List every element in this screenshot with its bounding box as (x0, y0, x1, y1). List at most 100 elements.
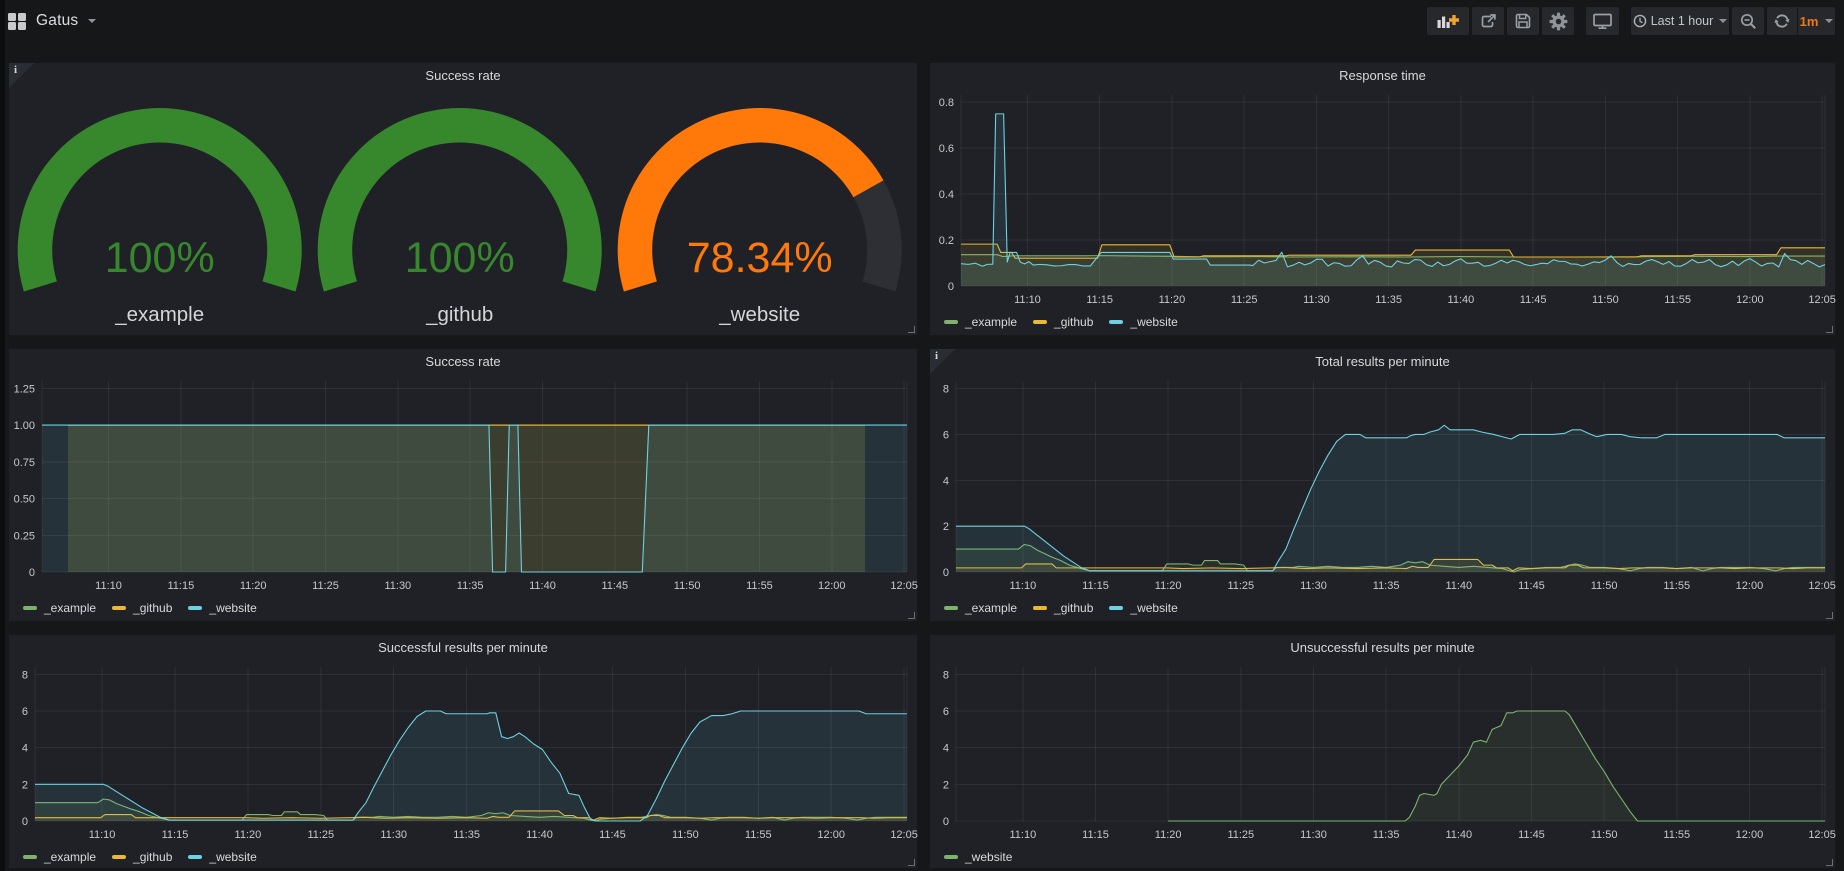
refresh-group: 1m (1767, 7, 1835, 35)
y-tick-label: 1.00 (14, 420, 35, 432)
gauge-website: 78.34% _website (609, 63, 909, 335)
legend-item-website[interactable]: _website (188, 850, 256, 864)
legend: _example _github _website (23, 601, 273, 615)
panel-response-time-1: Response time00.20.40.60.811:1011:1511:2… (929, 62, 1836, 336)
x-tick-label: 11:20 (240, 580, 267, 592)
legend-item-example[interactable]: _example (944, 601, 1017, 615)
panel-unsuccessful-results-per-minute-5: Unsuccessful results per minute0246811:1… (929, 634, 1836, 869)
y-tick-label: 6 (943, 429, 949, 441)
panel-info-corner[interactable]: i (9, 63, 34, 88)
x-tick-label: 11:20 (1155, 580, 1182, 592)
x-tick-label: 11:20 (1155, 829, 1182, 841)
panel-title[interactable]: Success rate (9, 349, 917, 373)
legend-item-example[interactable]: _example (23, 601, 96, 615)
panel-title[interactable]: Successful results per minute (9, 635, 917, 659)
x-tick-label: 11:25 (1231, 294, 1258, 306)
legend-item-website[interactable]: _website (1109, 601, 1177, 615)
x-tick-label: 11:50 (674, 580, 701, 592)
gauge-value: 78.34% (687, 234, 833, 282)
x-tick-label: 11:50 (672, 829, 699, 841)
panel-success-rate-2: Success rate00.250.500.751.001.2511:1011… (8, 348, 918, 622)
y-tick-label: 0.50 (14, 494, 35, 506)
legend-swatch-website (188, 606, 202, 610)
chart-success-rate[interactable]: 00.250.500.751.001.2511:1011:1511:2011:2… (9, 349, 919, 623)
zoom-out-button[interactable] (1732, 7, 1764, 35)
legend-item-example[interactable]: _example (944, 315, 1017, 329)
panel-resize-handle[interactable] (908, 612, 915, 619)
chart-total-results-per-minute[interactable]: 0246811:1011:1511:2011:2511:3011:3511:40… (930, 349, 1837, 623)
panel-info-corner[interactable]: i (930, 349, 955, 374)
x-tick-label: 11:40 (529, 580, 556, 592)
refresh-button[interactable] (1767, 7, 1797, 35)
clock-icon (1633, 14, 1647, 28)
legend-item-github[interactable]: _github (112, 601, 172, 615)
share-button[interactable] (1472, 7, 1504, 35)
legend-item-website[interactable]: _website (944, 850, 1012, 864)
dashboard-title[interactable]: Gatus (36, 12, 78, 30)
x-tick-label: 11:45 (601, 580, 628, 592)
panel-resize-handle[interactable] (1826, 859, 1833, 866)
legend-item-website[interactable]: _website (188, 601, 256, 615)
time-range-picker[interactable]: Last 1 hour (1631, 7, 1729, 35)
chart-response-time[interactable]: 00.20.40.60.811:1011:1511:2011:2511:3011… (930, 63, 1837, 337)
panel-resize-handle[interactable] (908, 326, 915, 333)
monitor-icon (1593, 13, 1612, 29)
panel-resize-handle[interactable] (1826, 612, 1833, 619)
panel-resize-handle[interactable] (908, 859, 915, 866)
cycle-view-button[interactable] (1586, 7, 1619, 35)
chart-successful-results-per-minute[interactable]: 0246811:1011:1511:2011:2511:3011:3511:40… (9, 635, 919, 870)
x-tick-label: 11:40 (1445, 580, 1472, 592)
legend-item-github[interactable]: _github (1033, 601, 1093, 615)
x-tick-label: 11:15 (1086, 294, 1113, 306)
legend-swatch-example (944, 606, 958, 610)
panel-title[interactable]: Response time (930, 63, 1835, 87)
gauge-series-name: _github (425, 303, 493, 326)
panel-title[interactable]: Unsuccessful results per minute (930, 635, 1835, 659)
settings-button[interactable] (1542, 7, 1574, 35)
legend-label: _github (1054, 601, 1093, 615)
legend-label: _website (965, 850, 1012, 864)
legend-swatch-example (944, 320, 958, 324)
panel-title[interactable]: Success rate (9, 63, 917, 87)
y-tick-label: 1.25 (14, 383, 35, 395)
panel-title[interactable]: Total results per minute (930, 349, 1835, 373)
refresh-interval-picker[interactable]: 1m (1798, 7, 1835, 35)
x-tick-label: 11:30 (1303, 294, 1330, 306)
legend-item-github[interactable]: _github (1033, 315, 1093, 329)
legend-item-website[interactable]: _website (1109, 315, 1177, 329)
y-tick-label: 0 (943, 816, 949, 828)
legend: _example _github _website (944, 315, 1194, 329)
x-tick-label: 11:45 (1520, 294, 1547, 306)
add-panel-button[interactable] (1427, 7, 1469, 35)
x-tick-label: 11:30 (380, 829, 407, 841)
gridlines (956, 667, 1825, 821)
legend-item-example[interactable]: _example (23, 850, 96, 864)
x-tick-label: 11:10 (89, 829, 116, 841)
y-tick-label: 0 (948, 281, 954, 293)
y-tick-label: 0.2 (939, 235, 954, 247)
dashboard-title-group[interactable]: Gatus (8, 0, 96, 42)
x-tick-label: 11:10 (1014, 294, 1041, 306)
x-tick-label: 11:25 (307, 829, 334, 841)
legend-swatch-website (944, 855, 958, 859)
save-button[interactable] (1507, 7, 1539, 35)
legend-label: _website (1130, 315, 1177, 329)
window-edge-strip (0, 0, 5, 871)
x-tick-label: 11:10 (1009, 580, 1036, 592)
legend-item-github[interactable]: _github (112, 850, 172, 864)
chevron-down-icon (1825, 19, 1833, 23)
legend-label: _github (1054, 315, 1093, 329)
gauge-series-name: _website (718, 303, 800, 326)
x-tick-label: 12:00 (1736, 580, 1764, 592)
y-tick-label: 0 (22, 816, 28, 828)
x-tick-label: 11:30 (1300, 829, 1327, 841)
y-tick-label: 0.75 (14, 457, 35, 469)
chevron-down-icon (88, 19, 96, 23)
panel-resize-handle[interactable] (1826, 326, 1833, 333)
legend-swatch-github (1033, 606, 1047, 610)
navbar: Gatus (0, 0, 1844, 42)
chart-unsuccessful-results-per-minute[interactable]: 0246811:1011:1511:2011:2511:3011:3511:40… (930, 635, 1837, 870)
gauge-value: 100% (405, 234, 515, 282)
x-tick-label: 11:15 (168, 580, 195, 592)
legend: _example _github _website (23, 850, 273, 864)
